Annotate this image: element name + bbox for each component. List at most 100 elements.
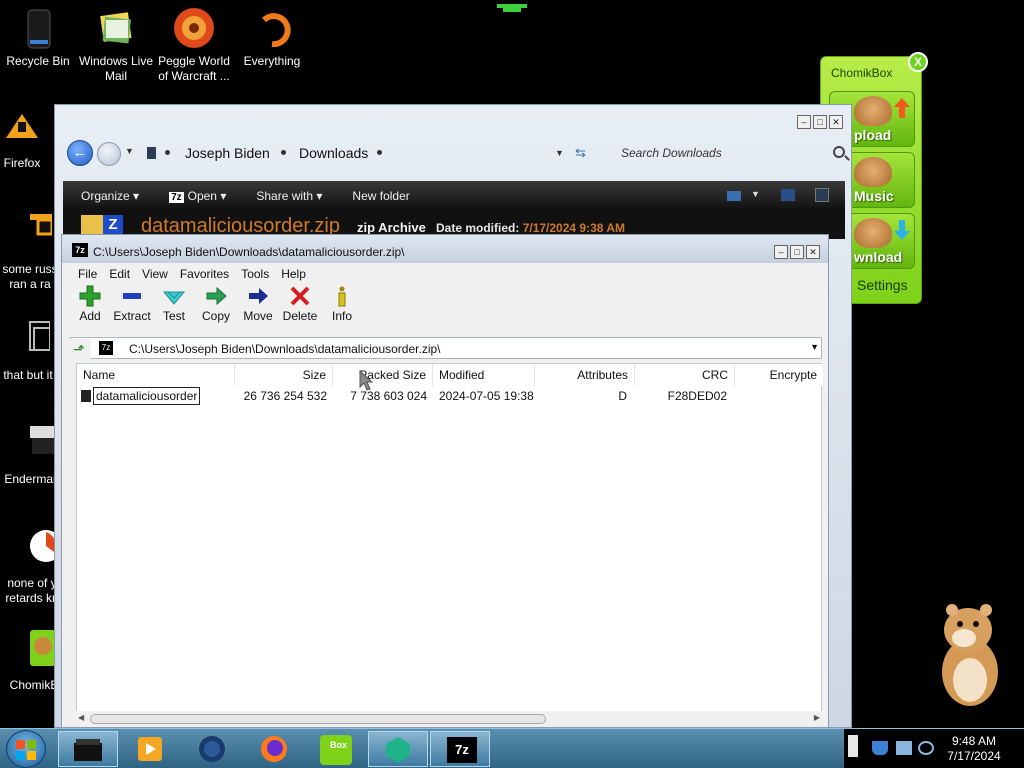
mouse-cursor-icon [359, 370, 373, 391]
column-header-crc[interactable]: CRC [635, 364, 735, 386]
row-attributes: D [618, 389, 627, 403]
path-dropdown-icon[interactable]: ▼ [810, 342, 819, 352]
open-menu[interactable]: 7z Open ▾ [169, 189, 226, 203]
desktop-icon-windows-live-mail[interactable]: Windows Live Mail [78, 6, 154, 84]
organize-menu[interactable]: Organize ▾ [81, 189, 139, 203]
recycle-bin-icon [16, 6, 60, 50]
new-folder-button[interactable]: New folder [352, 189, 409, 203]
row-name[interactable]: datamaliciousorder [93, 387, 201, 405]
maximize-button[interactable]: □ [790, 245, 804, 259]
minimize-button[interactable]: – [797, 115, 811, 129]
help-icon[interactable] [815, 188, 829, 202]
change-view-icon[interactable] [727, 191, 741, 201]
details-date-modified: Date modified: 7/17/2024 9:38 AM [436, 221, 625, 235]
column-header-modified[interactable]: Modified [433, 364, 535, 386]
desktop-icon-label: Firefox [3, 156, 41, 170]
move-button[interactable]: Move [236, 285, 280, 333]
show-hidden-icons[interactable] [848, 735, 858, 757]
taskbar-explorer[interactable] [58, 731, 118, 767]
search-input[interactable]: Search Downloads [615, 140, 845, 166]
test-button[interactable]: Test [152, 285, 196, 333]
menu-favorites[interactable]: Favorites [180, 267, 229, 281]
recent-pages-dropdown[interactable]: ▼ [125, 146, 134, 156]
breadcrumb-separator-icon [165, 150, 170, 155]
close-button[interactable]: ✕ [829, 115, 843, 129]
arrow-right-icon [194, 285, 238, 309]
taskbar-app-green[interactable] [368, 731, 428, 767]
7zip-window-controls: – □ ✕ [774, 245, 820, 259]
arrow-down-icon [894, 220, 910, 240]
maximize-button[interactable]: □ [813, 115, 827, 129]
search-icon[interactable] [833, 146, 845, 158]
extract-button[interactable]: Extract [110, 285, 154, 333]
menu-file[interactable]: File [78, 267, 97, 281]
up-folder-icon[interactable]: ⬏ [67, 339, 91, 359]
column-header-packed-size[interactable]: Packed Size [333, 364, 433, 386]
refresh-icon[interactable]: ⇆ [575, 145, 586, 161]
address-dropdown-icon[interactable]: ▼ [555, 148, 564, 158]
app-icon [386, 737, 410, 763]
share-with-menu[interactable]: Share with ▾ [256, 189, 322, 203]
folder-icon [81, 390, 91, 402]
menu-edit[interactable]: Edit [109, 267, 130, 281]
desktop-icon-label: ChomikB [9, 678, 59, 692]
document-icon [8, 214, 54, 258]
firefox-icon [0, 108, 44, 152]
minus-icon [110, 285, 154, 309]
everything-icon [250, 6, 294, 50]
taskbar-7zip[interactable]: 7z [430, 731, 490, 767]
shield-icon[interactable] [872, 741, 888, 755]
chomikbox-close-button[interactable]: X [908, 52, 928, 72]
clock-date: 7/17/2024 [947, 749, 1001, 763]
copy-button[interactable]: Copy [194, 285, 238, 333]
chomikbox-music-label: Music [854, 188, 894, 204]
desktop-icon-firefox[interactable]: Firefox [0, 108, 60, 171]
breadcrumb-separator-icon [281, 150, 286, 155]
delete-x-icon [278, 285, 322, 309]
minimize-button[interactable]: – [774, 245, 788, 259]
path-input[interactable]: C:\Users\Joseph Biden\Downloads\datamali… [129, 342, 441, 356]
forward-button[interactable] [97, 142, 121, 166]
desktop-icon-peggle[interactable]: Peggle World of Warcraft ... [156, 6, 232, 84]
breadcrumb-separator-icon [377, 150, 382, 155]
info-button[interactable]: Info [320, 285, 364, 333]
menu-tools[interactable]: Tools [241, 267, 269, 281]
scroll-right-icon[interactable]: ▶ [814, 713, 820, 722]
scroll-left-icon[interactable]: ◀ [78, 713, 84, 722]
taskbar-globe[interactable] [182, 731, 242, 767]
scrollbar-thumb[interactable] [90, 714, 546, 724]
system-clock[interactable]: 9:48 AM 7/17/2024 [928, 734, 1020, 764]
desktop-icon-label: Peggle World of Warcraft ... [158, 54, 230, 83]
horizontal-scrollbar[interactable]: ◀ ▶ [76, 711, 822, 727]
7zip-path-bar[interactable]: ⬏ 7z C:\Users\Joseph Biden\Downloads\dat… [67, 337, 822, 359]
media-player-icon [138, 737, 162, 761]
add-button[interactable]: Add [68, 285, 112, 333]
start-button[interactable] [6, 730, 46, 768]
view-dropdown-icon[interactable]: ▼ [751, 189, 760, 199]
breadcrumb-downloads[interactable]: Downloads [299, 145, 368, 161]
7zip-window: 7z C:\Users\Joseph Biden\Downloads\datam… [61, 234, 829, 728]
back-button[interactable]: ← [67, 140, 93, 166]
network-icon[interactable] [896, 741, 912, 755]
row-crc: F28DED02 [667, 389, 727, 403]
column-header-encrypted[interactable]: Encrypte [735, 364, 823, 386]
7zip-app-icon: 7z [72, 243, 88, 257]
chomikbox-title: ChomikBox [831, 66, 893, 80]
menu-view[interactable]: View [142, 267, 168, 281]
table-row[interactable]: datamaliciousorder 26 736 254 532 7 738 … [77, 386, 821, 406]
column-header-attributes[interactable]: Attributes [535, 364, 635, 386]
desktop-icon-recycle-bin[interactable]: Recycle Bin [0, 6, 76, 69]
column-header-size[interactable]: Size [235, 364, 333, 386]
menu-help[interactable]: Help [281, 267, 306, 281]
desktop-icon-label: Windows Live Mail [78, 54, 154, 83]
chomikbox-settings[interactable]: Settings [857, 277, 908, 293]
taskbar-media-player[interactable] [120, 731, 180, 767]
taskbar-firefox[interactable] [244, 731, 304, 767]
taskbar-chomikbox[interactable]: Box [306, 731, 366, 767]
close-button[interactable]: ✕ [806, 245, 820, 259]
preview-pane-icon[interactable] [781, 189, 795, 201]
desktop-icon-everything[interactable]: Everything [234, 6, 310, 69]
delete-button[interactable]: Delete [278, 285, 322, 333]
breadcrumb-joseph-biden[interactable]: Joseph Biden [185, 145, 270, 161]
column-header-name[interactable]: Name [77, 364, 235, 386]
